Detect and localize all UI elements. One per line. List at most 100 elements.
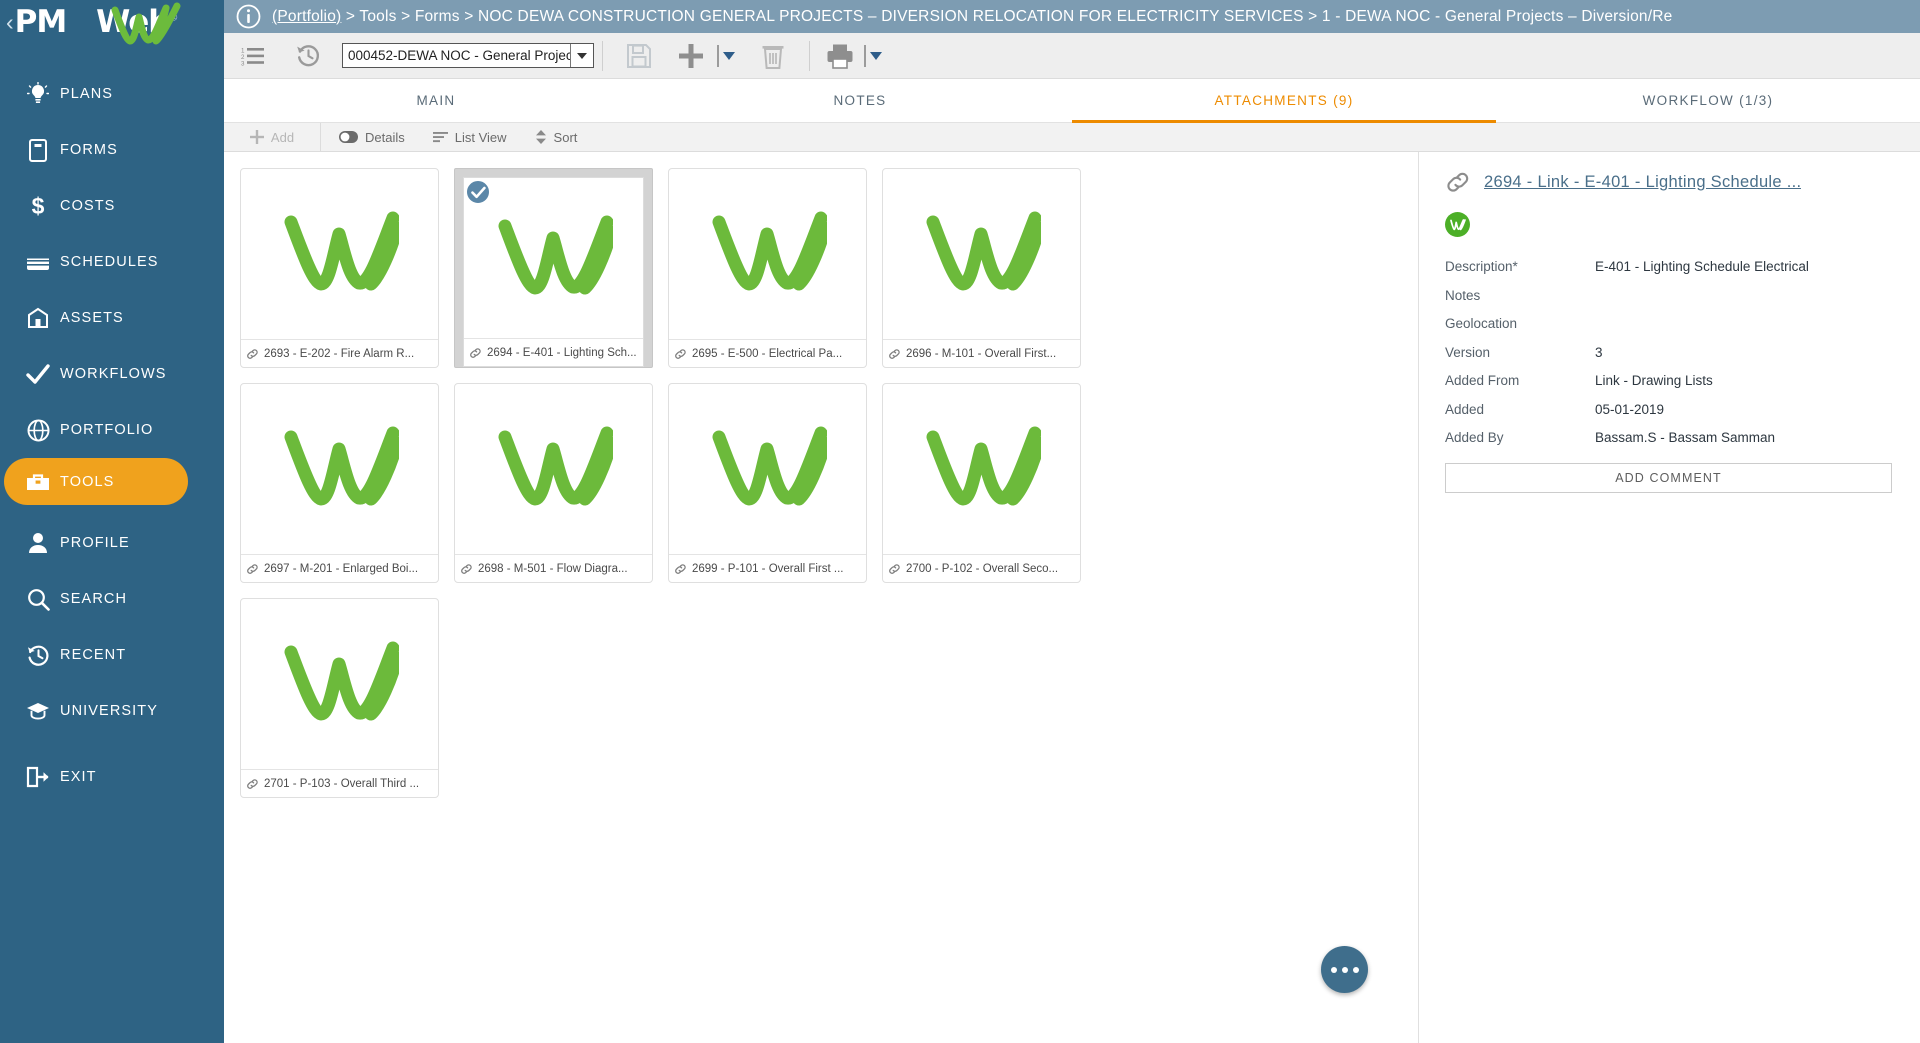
- attachment-caption-text: 2698 - M-501 - Flow Diagra...: [478, 562, 628, 575]
- sidebar-item-recent[interactable]: RECENT: [0, 627, 224, 683]
- toggle-icon: [339, 131, 358, 143]
- attachment-caption: 2701 - P-103 - Overall Third ...: [241, 769, 438, 797]
- detail-field-label: Added: [1445, 401, 1485, 417]
- chevron-down-icon[interactable]: [723, 51, 735, 60]
- more-options-fab[interactable]: [1321, 946, 1368, 993]
- info-icon[interactable]: [236, 4, 262, 29]
- attachment-card-body: 2695 - E-500 - Electrical Pa...: [669, 169, 866, 367]
- sidebar-item-assets[interactable]: ASSETS: [0, 290, 224, 346]
- attachment-card[interactable]: 2699 - P-101 - Overall First ...: [668, 383, 867, 583]
- sidebar-collapse-icon[interactable]: ‹: [6, 10, 14, 34]
- sidebar-item-plans[interactable]: PLANS: [0, 66, 224, 122]
- main-column: (Portfolio) > Tools > Forms > NOC DEWA C…: [224, 0, 1920, 1043]
- save-button[interactable]: [611, 33, 667, 79]
- sidebar-item-tools[interactable]: TOOLS: [4, 458, 188, 505]
- attachment-card[interactable]: 2693 - E-202 - Fire Alarm R...: [240, 168, 439, 368]
- logo-pm-text: PM: [14, 4, 68, 40]
- add-button[interactable]: [667, 33, 715, 79]
- details-toggle[interactable]: Details: [321, 123, 419, 152]
- detail-title-link[interactable]: 2694 - Link - E-401 - Lighting Schedule …: [1484, 173, 1801, 192]
- sidebar-item-label: SEARCH: [60, 591, 128, 607]
- sidebar-item-label: SCHEDULES: [60, 254, 159, 270]
- detail-field-value: Link - Drawing Lists: [1595, 373, 1713, 388]
- attachment-caption-text: 2701 - P-103 - Overall Third ...: [264, 777, 420, 790]
- sidebar-item-portfolio[interactable]: PORTFOLIO: [0, 402, 224, 458]
- sidebar-item-label: FORMS: [60, 142, 118, 158]
- chevron-down-icon[interactable]: [870, 51, 882, 60]
- add-attachment-button[interactable]: Add: [224, 123, 320, 152]
- attachment-card[interactable]: 2697 - M-201 - Enlarged Boi...: [240, 383, 439, 583]
- plus-icon: [249, 130, 264, 144]
- link-chain-icon: [888, 563, 901, 575]
- sidebar-divider: [0, 505, 224, 515]
- numbered-list-icon[interactable]: 123: [224, 33, 280, 79]
- tab-attachments[interactable]: ATTACHMENTS (9): [1072, 79, 1496, 123]
- sidebar-item-search[interactable]: SEARCH: [0, 571, 224, 627]
- add-attachment-label: Add: [270, 129, 295, 145]
- detail-header: 2694 - Link - E-401 - Lighting Schedule …: [1445, 170, 1892, 194]
- sidebar-item-label: PROFILE: [60, 535, 130, 551]
- tab-main[interactable]: MAIN: [224, 79, 648, 122]
- sidebar-nav: PLANS FORMS $ COSTS SCHEDULES ASSETS WOR…: [0, 66, 224, 805]
- attachment-card[interactable]: 2700 - P-102 - Overall Seco...: [882, 383, 1081, 583]
- sidebar-item-workflows[interactable]: WORKFLOWS: [0, 346, 224, 402]
- attachment-thumbnail: [669, 384, 866, 554]
- link-chain-icon: [674, 563, 687, 575]
- attachment-card[interactable]: 2695 - E-500 - Electrical Pa...: [668, 168, 867, 368]
- attachment-card-body: 2699 - P-101 - Overall First ...: [669, 384, 866, 582]
- attachment-caption-text: 2699 - P-101 - Overall First ...: [692, 562, 844, 575]
- add-options-dropdown[interactable]: [717, 44, 735, 67]
- detail-field-value: 05-01-2019: [1595, 401, 1665, 417]
- list-view-label: List View: [454, 129, 507, 145]
- dollar-icon: $: [16, 193, 60, 219]
- attachment-card[interactable]: 2701 - P-103 - Overall Third ...: [240, 598, 439, 798]
- record-select[interactable]: 000452-DEWA NOC - General Project: [342, 43, 594, 68]
- tab-workflow[interactable]: WORKFLOW (1/3): [1496, 79, 1920, 122]
- attachment-card[interactable]: 2698 - M-501 - Flow Diagra...: [454, 383, 653, 583]
- attachment-card[interactable]: 2696 - M-101 - Overall First...: [882, 168, 1081, 368]
- attachment-detail-pane: 2694 - Link - E-401 - Lighting Schedule …: [1418, 152, 1920, 1043]
- history-revert-icon[interactable]: [280, 33, 336, 79]
- attachment-card-body: 2694 - E-401 - Lighting Sch...: [463, 177, 644, 367]
- chevron-down-icon[interactable]: [570, 44, 593, 67]
- print-button[interactable]: [818, 33, 862, 79]
- sidebar-item-university[interactable]: UNIVERSITY: [0, 683, 224, 739]
- calendar-icon: [16, 251, 60, 273]
- sort-button[interactable]: Sort: [521, 123, 592, 152]
- breadcrumb-root-link[interactable]: (Portfolio): [272, 8, 341, 25]
- attachment-caption: 2700 - P-102 - Overall Seco...: [883, 554, 1080, 582]
- link-chain-icon: [674, 348, 687, 360]
- print-options-dropdown[interactable]: [864, 44, 882, 67]
- record-tabs: MAIN NOTES ATTACHMENTS (9) WORKFLOW (1/3…: [224, 79, 1920, 123]
- attachment-caption-text: 2695 - E-500 - Electrical Pa...: [692, 347, 843, 360]
- sidebar-item-costs[interactable]: $ COSTS: [0, 178, 224, 234]
- sidebar-item-forms[interactable]: FORMS: [0, 122, 224, 178]
- globe-icon: [16, 419, 60, 442]
- attachment-card[interactable]: 2694 - E-401 - Lighting Sch...: [454, 168, 653, 368]
- detail-fields: Description* E-401 - Lighting Schedule E…: [1445, 259, 1892, 445]
- sidebar-item-label: WORKFLOWS: [60, 366, 167, 382]
- sidebar: ‹ PMMWeb® PLANS FORMS: [0, 0, 224, 1043]
- attachment-card-body: 2698 - M-501 - Flow Diagra...: [455, 384, 652, 582]
- app-logo[interactable]: ‹ PMMWeb®: [0, 0, 224, 45]
- list-view-button[interactable]: List View: [419, 123, 521, 152]
- sidebar-item-schedules[interactable]: SCHEDULES: [0, 234, 224, 290]
- detail-field-label: Version: [1445, 344, 1491, 360]
- link-chain-icon: [246, 778, 259, 790]
- logo-w-brush-icon: [111, 2, 181, 45]
- link-chain-icon: [246, 563, 259, 575]
- add-comment-button[interactable]: ADD COMMENT: [1445, 463, 1892, 493]
- lightbulb-icon: [16, 82, 60, 106]
- attachment-caption: 2694 - E-401 - Lighting Sch...: [464, 338, 643, 366]
- link-chain-icon: [460, 563, 473, 575]
- toolbar-divider: [602, 40, 603, 71]
- sidebar-item-label: EXIT: [60, 769, 97, 785]
- list-lines-icon: [432, 132, 448, 143]
- attachment-thumbnail: [241, 169, 438, 339]
- sidebar-item-exit[interactable]: EXIT: [0, 749, 224, 805]
- selected-checkmark-icon[interactable]: [465, 179, 491, 205]
- sidebar-item-profile[interactable]: PROFILE: [0, 515, 224, 571]
- tab-notes[interactable]: NOTES: [648, 79, 1072, 122]
- delete-button[interactable]: [745, 33, 801, 79]
- sidebar-item-label: RECENT: [60, 647, 127, 663]
